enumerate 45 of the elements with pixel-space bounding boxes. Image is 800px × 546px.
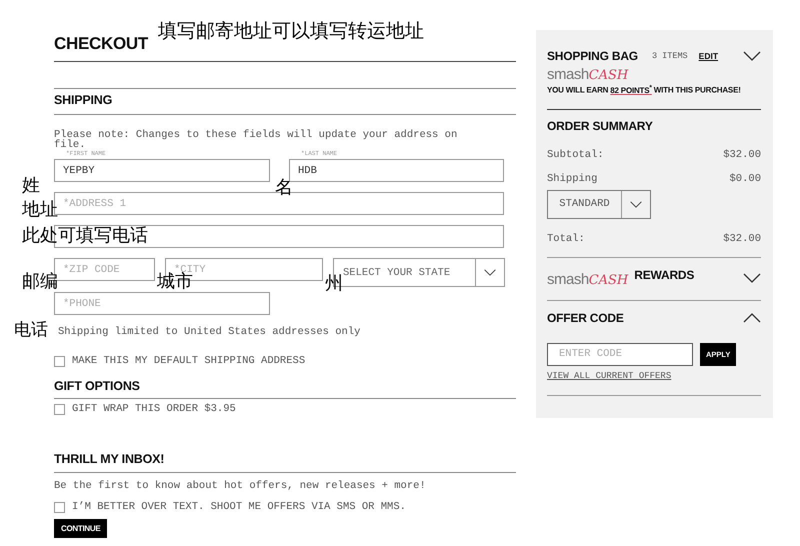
- summary-value: $0.00: [729, 172, 761, 185]
- summary-value: $32.00: [723, 232, 761, 245]
- summary-label: Shipping: [547, 172, 598, 185]
- checkbox-label: GIFT WRAP THIS ORDER $3.95: [72, 403, 236, 415]
- continue-button[interactable]: CONTINUE: [54, 519, 108, 538]
- smashcash-logo: smashCASH: [547, 66, 628, 83]
- input-field[interactable]: *PHONE: [54, 292, 270, 315]
- checkbox-label: MAKE THIS MY DEFAULT SHIPPING ADDRESS: [72, 355, 306, 367]
- section-heading: OFFER CODE: [547, 310, 624, 325]
- section-heading: ORDER SUMMARY: [547, 118, 654, 133]
- points-text: YOU WILL EARN 82 POINTS$^{*}$ WITH THIS PURCHASE!: [547, 84, 742, 95]
- edit-link[interactable]: EDIT: [698, 51, 718, 61]
- offer-code-field[interactable]: ENTER CODE: [547, 342, 693, 366]
- input-field[interactable]: HDB: [289, 159, 504, 182]
- section-heading: GIFT OPTIONS: [54, 379, 141, 395]
- note-text: Please note: Changes to these fields will update your address on file.: [54, 130, 458, 150]
- section-heading: REWARDS: [634, 268, 694, 282]
- section-heading: SHIPPING: [54, 92, 114, 109]
- smashcash-logo: smashCASH: [547, 270, 628, 288]
- chevron-down-icon[interactable]: [630, 200, 642, 208]
- offers-link[interactable]: VIEW ALL CURRENT OFFERS: [547, 370, 761, 381]
- chevron-down-icon[interactable]: [484, 269, 496, 276]
- checkbox[interactable]: [54, 404, 65, 414]
- summary-label: Subtotal:: [547, 148, 604, 161]
- chevron-down-icon[interactable]: [743, 51, 761, 61]
- annotation-text: 此处可填写电话: [22, 226, 148, 244]
- input-field[interactable]: YEPBY: [54, 159, 270, 182]
- shipping-note: Shipping limited to United States addresses only: [57, 326, 362, 338]
- page-title: CHECKOUT: [54, 33, 150, 55]
- points-link[interactable]: 82 POINTS$^{*}$: [610, 86, 652, 95]
- chevron-up-icon[interactable]: [743, 312, 761, 323]
- checkbox[interactable]: [54, 502, 65, 512]
- summary-label: Total:: [547, 232, 585, 245]
- checkbox[interactable]: [54, 356, 65, 366]
- section-heading: SHOPPING BAG: [547, 49, 638, 63]
- promo-text: Be the first to know about hot offers, new releases + more!: [54, 480, 427, 492]
- shipping-method-dropdown[interactable]: STANDARD: [547, 190, 651, 219]
- item-count: 3 ITEMS: [652, 51, 688, 61]
- annotation-text: 电话: [14, 321, 48, 338]
- annotation-text: 姓: [22, 176, 40, 194]
- annotation-text: 填写邮寄地址可以填写转运地址: [158, 22, 424, 41]
- summary-value: $32.00: [723, 148, 761, 161]
- checkbox-label: I’M BETTER OVER TEXT. SHOOT ME OFFERS VIA SMS OR MMS.: [72, 501, 406, 513]
- section-heading: THRILL MY INBOX!: [54, 452, 166, 468]
- chevron-down-icon[interactable]: [743, 272, 761, 283]
